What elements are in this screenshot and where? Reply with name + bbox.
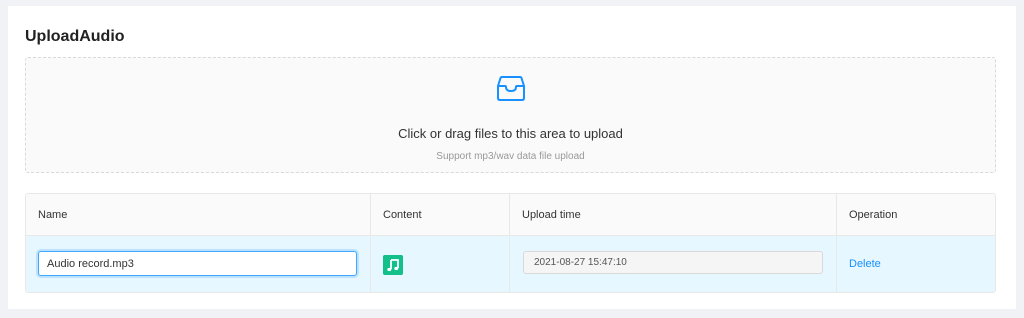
upload-hint: Support mp3/wav data file upload bbox=[436, 151, 585, 162]
upload-instruction: Click or drag files to this area to uplo… bbox=[398, 126, 623, 141]
cell-content bbox=[370, 236, 509, 292]
name-input[interactable] bbox=[38, 251, 357, 276]
page-title: UploadAudio bbox=[25, 28, 125, 45]
table-row: 2021-08-27 15:47:10 Delete bbox=[26, 236, 995, 292]
upload-audio-card: UploadAudio Click or drag files to this … bbox=[8, 6, 1016, 309]
upload-time-field: 2021-08-27 15:47:10 bbox=[523, 251, 823, 274]
table-header: Name Content Upload time Operation bbox=[26, 194, 995, 236]
inbox-icon bbox=[497, 76, 525, 101]
music-note-icon[interactable] bbox=[383, 255, 403, 275]
cell-name bbox=[26, 236, 370, 292]
upload-dropzone[interactable]: Click or drag files to this area to uplo… bbox=[25, 57, 996, 173]
header-operation: Operation bbox=[836, 194, 995, 235]
header-name: Name bbox=[38, 209, 68, 221]
cell-operation: Delete bbox=[836, 236, 995, 292]
cell-upload-time: 2021-08-27 15:47:10 bbox=[509, 236, 836, 292]
audio-table: Name Content Upload time Operation 2021-… bbox=[25, 193, 996, 293]
header-content: Content bbox=[370, 194, 509, 235]
header-upload-time: Upload time bbox=[509, 194, 836, 235]
delete-button[interactable]: Delete bbox=[849, 258, 881, 270]
